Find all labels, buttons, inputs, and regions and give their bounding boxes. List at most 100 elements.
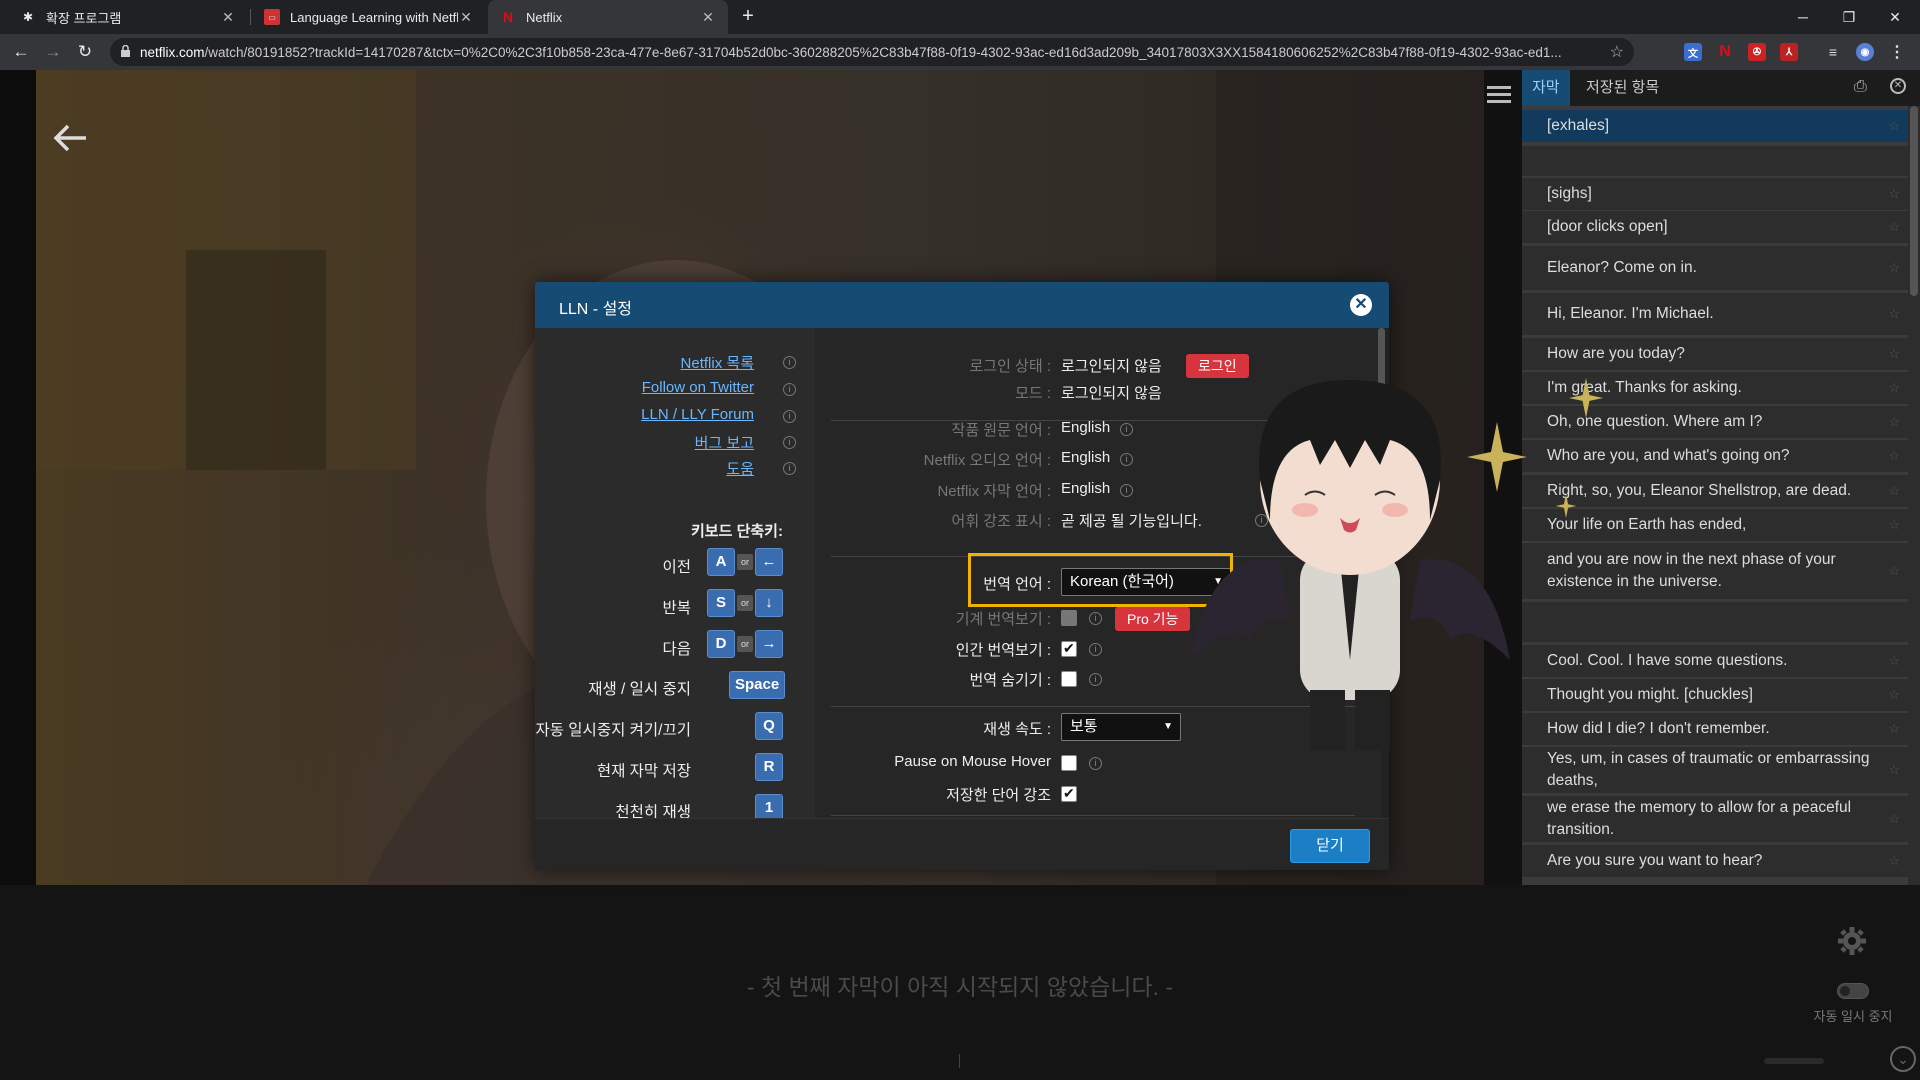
bottom-scrollbar[interactable] — [1764, 1058, 1824, 1064]
star-icon[interactable]: ☆ — [1888, 411, 1900, 433]
playback-speed-select[interactable]: 보통 ▼ — [1061, 713, 1181, 741]
hamburger-menu-icon[interactable] — [1487, 86, 1511, 106]
gear-icon[interactable] — [1837, 926, 1867, 956]
minimize-button[interactable]: ─ — [1780, 0, 1826, 34]
close-tab-icon[interactable]: ✕ — [220, 9, 236, 26]
star-icon[interactable]: ☆ — [1888, 684, 1900, 706]
shortcut-label: 현재 자막 저장 — [596, 763, 691, 780]
subtitle-item[interactable]: How did I die? I don't remember. ☆ — [1522, 713, 1908, 745]
close-button[interactable]: 닫기 — [1290, 829, 1370, 863]
star-icon[interactable]: ☆ — [1888, 650, 1900, 672]
subtitle-item[interactable]: we erase the memory to allow for a peace… — [1522, 796, 1908, 842]
dropdown-caret-icon: ▼ — [1163, 721, 1173, 732]
tab-extensions[interactable]: ✱ 확장 프로그램 ✕ — [8, 0, 248, 34]
key-r: R — [755, 753, 783, 781]
subtitle-item[interactable] — [1522, 146, 1908, 176]
close-window-button[interactable]: ✕ — [1872, 0, 1918, 34]
subtitle-item[interactable]: [exhales] ☆ — [1522, 110, 1908, 142]
profile-avatar[interactable]: ◉ — [1856, 43, 1874, 61]
lln-extension-icon[interactable]: ✇ — [1748, 43, 1766, 61]
star-icon[interactable]: ☆ — [1888, 343, 1900, 365]
tab-lln[interactable]: ▭ Language Learning with Netflix ✕ — [252, 0, 486, 34]
subtitle-item[interactable]: Hi, Eleanor. I'm Michael. ☆ — [1522, 293, 1908, 335]
print-icon[interactable]: ⎙ — [1854, 78, 1867, 96]
subtitle-item[interactable]: and you are now in the next phase of you… — [1522, 543, 1908, 599]
star-icon[interactable]: ☆ — [1888, 377, 1900, 399]
subtitle-text: and you are now in the next phase of you… — [1547, 551, 1836, 590]
key-down-arrow: ↓ — [755, 589, 783, 617]
star-icon[interactable]: ☆ — [1888, 257, 1900, 279]
close-tab-icon[interactable]: ✕ — [700, 9, 716, 26]
link-twitter[interactable]: Follow on Twitter — [642, 379, 754, 396]
subtitle-item[interactable]: Are you sure you want to hear? ☆ — [1522, 845, 1908, 877]
pause-hover-checkbox[interactable] — [1061, 755, 1077, 771]
netflix-extension-icon[interactable]: N — [1716, 43, 1734, 61]
vocab-highlight-label: 어휘 강조 표시 : — [951, 513, 1051, 530]
mode-label: 모드 : — [1015, 385, 1051, 402]
new-tab-button[interactable]: + — [736, 5, 760, 29]
side-panel-tabs: 자막 저장된 항목 ⎙ ✕ — [1522, 70, 1920, 106]
address-bar[interactable]: netflix.com/watch/80191852?trackId=14170… — [110, 38, 1634, 66]
star-icon[interactable]: ☆ — [1888, 183, 1900, 205]
star-icon[interactable]: ☆ — [1888, 216, 1900, 238]
subtitle-item[interactable] — [1522, 602, 1908, 642]
restore-button[interactable]: ❐ — [1826, 0, 1872, 34]
chibi-character-image — [1190, 380, 1510, 750]
subtitle-item[interactable]: Who are you, and what's going on? ☆ — [1522, 440, 1908, 472]
highlight-saved-checkbox[interactable] — [1061, 785, 1077, 802]
star-icon[interactable]: ☆ — [1888, 808, 1900, 830]
subtitle-item[interactable]: How are you today? ☆ — [1522, 338, 1908, 370]
pro-feature-badge[interactable]: Pro 기능 — [1115, 607, 1191, 631]
tab-netflix[interactable]: N Netflix ✕ — [488, 0, 728, 34]
forward-icon[interactable]: → — [41, 40, 65, 64]
or-label: or — [737, 554, 753, 570]
subtitle-scrollbar[interactable] — [1910, 106, 1918, 296]
subtitle-item[interactable]: Cool. Cool. I have some questions. ☆ — [1522, 645, 1908, 677]
star-icon[interactable]: ☆ — [1888, 718, 1900, 740]
star-icon[interactable]: ☆ — [1888, 303, 1900, 325]
star-icon[interactable]: ☆ — [1888, 115, 1900, 137]
star-icon[interactable]: ☆ — [1888, 850, 1900, 872]
info-icon: i — [1089, 757, 1102, 770]
star-icon[interactable]: ☆ — [1888, 480, 1900, 502]
subtitle-item[interactable]: [sighs] ☆ — [1522, 178, 1908, 210]
star-icon[interactable]: ☆ — [1888, 514, 1900, 536]
star-icon[interactable]: ☆ — [1888, 560, 1900, 582]
close-tab-icon[interactable]: ✕ — [458, 9, 474, 26]
link-bug-report[interactable]: 버그 보고 — [695, 432, 754, 453]
back-arrow-icon[interactable] — [50, 118, 90, 158]
tab-saved-items[interactable]: 저장된 항목 — [1576, 70, 1669, 106]
subtitle-item[interactable]: Eleanor? Come on in. ☆ — [1522, 246, 1908, 290]
vocab-highlight-value: 곧 제공 될 기능입니다. — [1061, 513, 1202, 530]
star-icon[interactable]: ☆ — [1888, 445, 1900, 467]
close-dialog-icon[interactable]: ✕ — [1350, 294, 1372, 316]
hide-translation-checkbox[interactable] — [1061, 671, 1077, 687]
subtitle-item[interactable]: Right, so, you, Eleanor Shellstrop, are … — [1522, 475, 1908, 507]
subtitle-item[interactable]: Thought you might. [chuckles] ☆ — [1522, 679, 1908, 711]
reload-icon[interactable]: ↻ — [73, 40, 97, 64]
chevron-down-icon[interactable]: ⌄ — [1890, 1046, 1916, 1072]
close-panel-icon[interactable]: ✕ — [1890, 78, 1906, 94]
bookmark-star-icon[interactable]: ☆ — [1610, 42, 1624, 62]
translate-extension-icon[interactable]: 文 — [1684, 43, 1702, 61]
subtitle-item[interactable]: Yes, um, in cases of traumatic or embarr… — [1522, 747, 1908, 793]
human-translation-checkbox[interactable] — [1061, 640, 1077, 657]
auto-pause-toggle[interactable] — [1837, 983, 1869, 999]
menu-icon[interactable]: ⋮ — [1888, 43, 1906, 61]
star-icon[interactable]: ☆ — [1888, 759, 1900, 781]
info-icon: i — [1120, 423, 1133, 436]
subtitle-item[interactable]: Your life on Earth has ended, ☆ — [1522, 509, 1908, 541]
sparkle-icon — [1467, 422, 1527, 492]
pdf-extension-icon[interactable]: ⅄ — [1780, 43, 1798, 61]
machine-translation-checkbox[interactable] — [1061, 610, 1077, 626]
link-help[interactable]: 도움 — [726, 458, 754, 479]
back-icon[interactable]: ← — [9, 40, 33, 64]
link-netflix-list[interactable]: Netflix 목록 — [681, 352, 754, 373]
link-forum[interactable]: LLN / LLY Forum — [641, 406, 754, 423]
key-1: 1 — [755, 794, 783, 818]
subtitle-lang-label: Netflix 자막 언어 : — [937, 483, 1051, 500]
tab-subtitles[interactable]: 자막 — [1522, 70, 1570, 106]
shortcut-label: 자동 일시중지 켜기/끄기 — [535, 722, 691, 739]
subtitle-item[interactable]: [door clicks open] ☆ — [1522, 211, 1908, 243]
media-control-icon[interactable]: ≡ — [1824, 43, 1842, 61]
